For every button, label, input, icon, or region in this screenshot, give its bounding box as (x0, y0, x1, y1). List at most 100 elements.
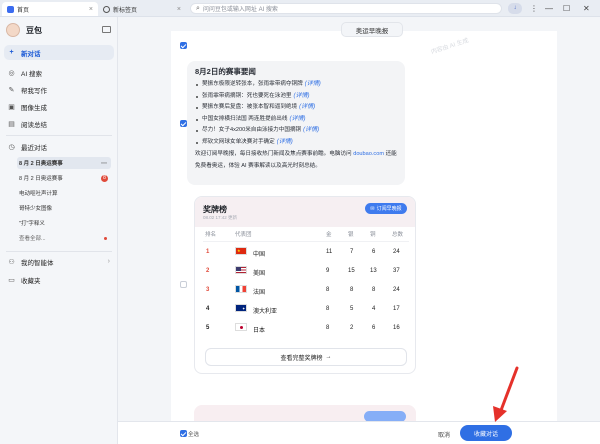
total-cell: 24 (393, 287, 400, 293)
sidebar-item-label: 帮我写作 (21, 87, 47, 95)
quick-reply-chip[interactable]: 奥运早晚报 (341, 22, 403, 37)
rank-cell: 1 (206, 249, 210, 255)
bronze-cell: 6 (372, 325, 376, 331)
more-menu-icon[interactable]: ⋮ (530, 3, 538, 14)
gold-cell: 8 (326, 325, 330, 331)
details-link[interactable]: (详情) (294, 93, 310, 99)
browser-titlebar: 首页 × 新标签页 × ⌕ 问问豆包或输入网址 AI 搜索 ↓ ⋮ — ☐ ✕ (0, 0, 600, 17)
close-window-button[interactable]: ✕ (583, 3, 590, 14)
recent-item[interactable]: 8 月 2 日奥运赛事 8 (17, 172, 111, 184)
address-placeholder: 问问豆包或输入网址 AI 搜索 (202, 7, 278, 13)
answer-title: 8月2日的赛事要闻 (195, 67, 256, 76)
close-tab-icon[interactable]: × (89, 6, 93, 13)
news-item: 张雨霏带病摘铜：死也要死在泳池里 (详情) (195, 91, 397, 103)
divider (6, 135, 112, 136)
recent-item-label: 8 月 2 日奥运赛事 (19, 161, 63, 167)
silver-cell: 7 (350, 249, 354, 255)
bronze-cell: 4 (372, 306, 376, 312)
rank-cell: 2 (206, 268, 210, 274)
subscribe-button[interactable]: ✉ 订阅早晚报 (365, 203, 407, 214)
annotation-arrow-icon (493, 366, 519, 422)
message-checkbox[interactable] (180, 281, 187, 288)
details-link[interactable]: (详情) (303, 127, 319, 133)
recent-item[interactable]: 哥特少女图像 (17, 202, 111, 214)
recent-chats-header[interactable]: ◷ 最近对话 (4, 139, 114, 154)
bronze-cell: 8 (372, 287, 376, 293)
table-row: 2 美国 9 15 13 37 (195, 262, 415, 281)
view-all-link[interactable]: 查看全部... (17, 232, 111, 244)
home-tab-icon (7, 5, 14, 13)
tab-label: 首页 (17, 7, 30, 14)
sidebar-item-label: 阅读总结 (21, 121, 47, 129)
next-card-preview (194, 405, 416, 422)
arrow-shaft (498, 366, 519, 415)
maximize-button[interactable]: ☐ (563, 3, 570, 14)
details-link[interactable]: (详情) (277, 139, 293, 145)
sidebar-item-agents[interactable]: ⚇ 我的智能体 › (4, 254, 114, 269)
col-header-total: 总数 (392, 232, 404, 238)
new-chat-button[interactable]: + 新对话 (4, 45, 114, 60)
avatar (6, 23, 20, 37)
team-cell: 法国 (253, 290, 266, 296)
recent-item[interactable]: 8 月 2 日奥运赛事 ⋯ (17, 157, 111, 169)
rank-cell: 3 (206, 287, 210, 293)
recent-item-label: "打"字释义 (19, 221, 45, 227)
compass-icon (103, 5, 110, 13)
details-link[interactable]: (详情) (289, 116, 305, 122)
reading-icon: ▤ (8, 120, 15, 128)
recent-item-label: 查看全部... (19, 236, 46, 242)
sidebar-toggle-icon[interactable] (102, 26, 111, 33)
news-item: 樊振东极限逆转张本，张雨霏带病夺铜牌 (详情) (195, 79, 397, 91)
message-checkbox[interactable] (180, 42, 187, 49)
sidebar-item-favorites[interactable]: ▭ 收藏夹 (4, 272, 114, 287)
rank-cell: 5 (206, 325, 210, 331)
answer-bubble: 8月2日的赛事要闻 樊振东极限逆转张本，张雨霏带病夺铜牌 (详情) 张雨霏带病摘铜… (187, 61, 405, 185)
view-full-medal-table-button[interactable]: 查看完整奖牌榜 → (205, 348, 407, 366)
gold-cell: 11 (326, 249, 333, 255)
download-button[interactable]: ↓ (508, 3, 522, 14)
more-options-icon[interactable]: ⋯ (101, 160, 107, 167)
updated-time: 08.02 17:42 更新 (203, 215, 238, 220)
sidebar-item-reading[interactable]: ▤ 阅读总结 (4, 116, 114, 131)
table-row: 5 日本 8 2 6 16 (195, 319, 415, 338)
australia-flag-icon: ✦ (235, 304, 247, 312)
cancel-button[interactable]: 取消 (438, 430, 450, 439)
minimize-button[interactable]: — (545, 3, 553, 14)
news-list: 樊振东极限逆转张本，张雨霏带病夺铜牌 (详情) 张雨霏带病摘铜：死也要死在泳池里(… (195, 79, 397, 148)
brand-name: 豆包 (26, 25, 42, 35)
plus-icon: + (9, 49, 14, 56)
details-link[interactable]: (详情) (299, 104, 315, 110)
sidebar-item-label: AI 搜索 (21, 70, 42, 78)
bronze-cell: 13 (370, 268, 377, 274)
close-tab-icon[interactable]: × (177, 6, 181, 13)
details-link[interactable]: (详情) (305, 81, 321, 87)
total-cell: 37 (393, 268, 400, 274)
gold-cell: 8 (326, 306, 330, 312)
select-all-label[interactable]: 全选 (188, 430, 199, 438)
unread-badge: 8 (101, 174, 108, 182)
tab-home[interactable]: 首页 × (2, 2, 98, 16)
collect-chat-button[interactable]: 收藏对话 (460, 425, 512, 441)
news-item: 郑钦文网球女单决赛对手确定 (详情) (195, 137, 397, 149)
recent-item[interactable]: "打"字释义 (17, 217, 111, 229)
team-cell: 澳大利亚 (253, 309, 278, 315)
select-all-checkbox[interactable] (180, 430, 187, 437)
folder-icon: ▭ (8, 276, 15, 284)
recent-item[interactable]: 电动呕吐声计算 (17, 187, 111, 199)
divider (203, 241, 409, 242)
arrow-right-icon: → (325, 354, 332, 360)
medal-table-card: 奖牌榜 08.02 17:42 更新 ✉ 订阅早晚报 排名 代表团 金 银 铜 … (194, 196, 416, 374)
sidebar-item-label: 图像生成 (21, 104, 47, 112)
brand[interactable]: 豆包 (6, 23, 42, 37)
silver-cell: 5 (350, 306, 354, 312)
doubao-link[interactable]: doubao.com (353, 151, 384, 157)
sidebar-item-image[interactable]: ▣ 图像生成 (4, 99, 114, 114)
divider (6, 251, 112, 252)
sidebar-item-ai-search[interactable]: ◎ AI 搜索 (4, 65, 114, 80)
message-checkbox[interactable] (180, 120, 187, 127)
tab-new[interactable]: 新标签页 × (98, 2, 186, 16)
sidebar-item-writing[interactable]: ✎ 帮我写作 (4, 82, 114, 97)
team-cell: 中国 (253, 252, 266, 258)
recent-item-label: 电动呕吐声计算 (19, 191, 58, 197)
address-bar[interactable]: ⌕ 问问豆包或输入网址 AI 搜索 (190, 3, 502, 14)
